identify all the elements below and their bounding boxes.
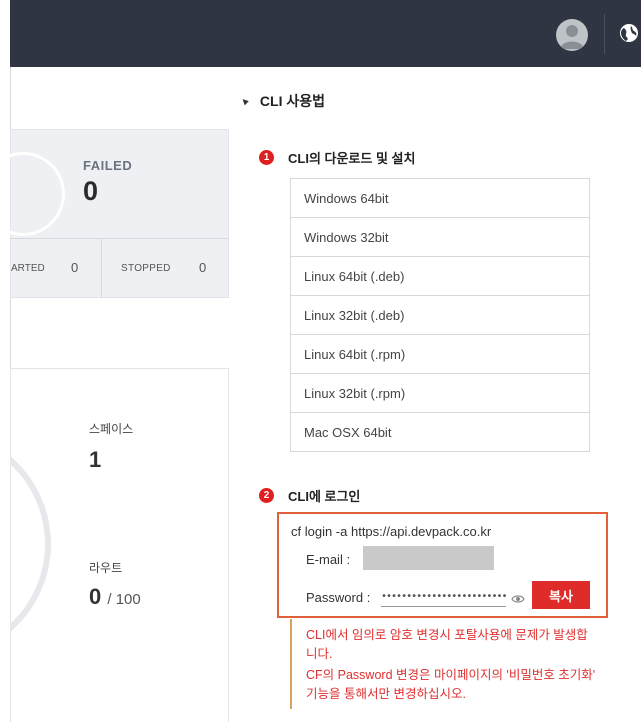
email-label: E-mail : [306,552,351,567]
arrow-icon: ▲ [237,93,253,109]
download-linux-32-deb[interactable]: Linux 32bit (.deb) [291,296,589,335]
space-count: 1 [89,447,102,472]
step-title: CLI에 로그인 [288,489,361,504]
step-number-badge: 1 [259,150,274,165]
space-label: 스페이스 [89,422,134,436]
password-label: Password : [306,590,371,605]
warning-accent-bar [290,619,292,709]
warning-password-change: CLI에서 임의로 암호 변경시 포탈사용에 문제가 발생합니다. [306,628,588,661]
password-field[interactable]: •••••••••••••••••••••••••••••• [381,586,506,607]
route-max: / 100 [107,591,141,608]
started-label: ARTED [11,263,45,274]
route-label: 라우트 [89,561,123,575]
cli-section-title: CLI 사용법 [259,93,325,109]
cli-section-header: ▲ CLI 사용법 [237,91,325,111]
user-avatar-icon[interactable] [556,19,588,51]
navbar-divider [604,14,605,54]
email-field[interactable] [363,546,494,570]
step-download: 1 CLI의 다운로드 및 설치 [259,148,415,167]
download-linux-64-rpm[interactable]: Linux 64bit (.rpm) [291,335,589,374]
download-list: Windows 64bit Windows 32bit Linux 64bit … [290,178,590,452]
download-windows-32[interactable]: Windows 32bit [291,218,589,257]
route-count: 0 / 100 [89,584,141,610]
route-used: 0 [89,584,102,609]
status-divider [11,238,228,239]
copy-button[interactable]: 복사 [532,581,590,609]
stopped-label: STOPPED [121,263,171,274]
eye-icon[interactable] [511,591,525,603]
status-divider-vertical [101,238,102,298]
started-count: 0 [71,260,79,275]
failed-count: 0 [83,176,99,206]
globe-icon[interactable] [618,22,640,44]
app-status-card: FAILED 0 ARTED 0 STOPPED 0 [0,129,229,298]
download-linux-32-rpm[interactable]: Linux 32bit (.rpm) [291,374,589,413]
step-number-badge: 2 [259,488,274,503]
warning-password-reset: CF의 Password 변경은 마이페이지의 '비밀번호 초기화' 기능을 통… [306,668,596,701]
failed-label: FAILED [83,158,133,173]
download-linux-64-deb[interactable]: Linux 64bit (.deb) [291,257,589,296]
usage-card: 스페이스 1 라우트 0 / 100 [10,368,229,722]
usage-donut-chart [11,429,51,659]
top-navbar [10,0,641,67]
step-login: 2 CLI에 로그인 [259,486,360,505]
download-windows-64[interactable]: Windows 64bit [291,179,589,218]
download-mac-osx-64[interactable]: Mac OSX 64bit [291,413,589,451]
stopped-count: 0 [199,260,207,275]
status-donut-chart [0,152,65,236]
step-title: CLI의 다운로드 및 설치 [288,151,416,166]
login-command: cf login -a https://api.devpack.co.kr [291,524,492,539]
